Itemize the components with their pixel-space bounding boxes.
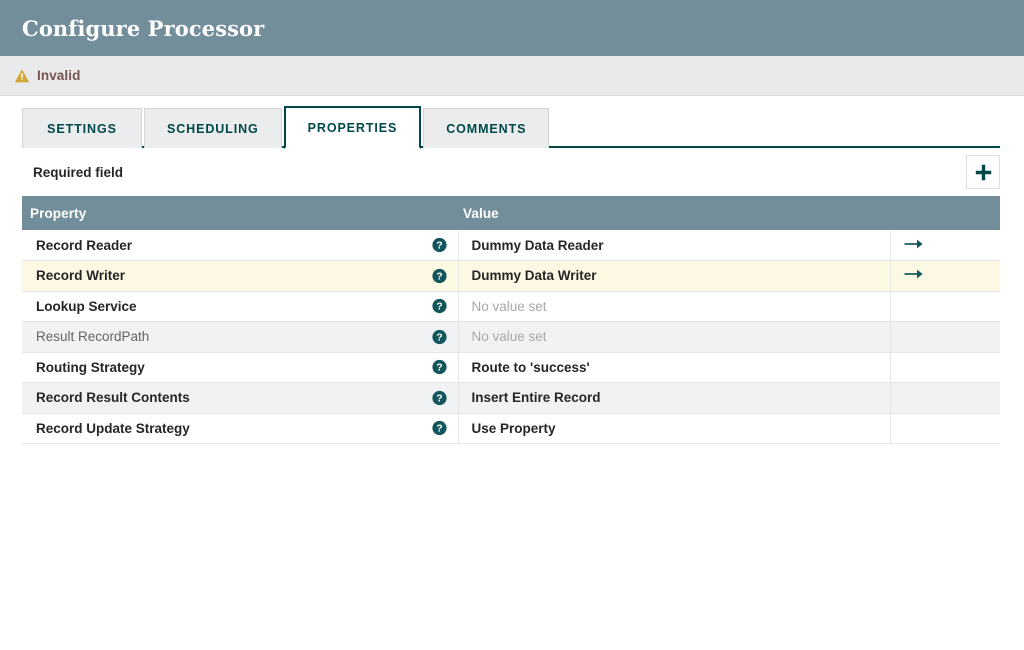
property-value-cell[interactable]: Route to 'success' [458,352,890,383]
property-value: Dummy Data Reader [472,238,604,253]
validation-status-bar: Invalid [0,56,1024,96]
property-value-cell[interactable]: Dummy Data Writer [458,261,890,292]
property-name-cell: Record Result Contents? [22,383,458,414]
table-header-row: Property Value [22,196,1000,230]
table-row[interactable]: Routing Strategy? Route to 'success' [22,352,1000,383]
svg-text:?: ? [436,331,442,343]
property-action-cell [890,383,1000,414]
svg-text:?: ? [436,392,442,404]
help-circle-icon[interactable]: ? [432,238,447,253]
tab-scheduling-label: SCHEDULING [167,122,259,136]
svg-text:?: ? [436,301,442,313]
property-table-container: Property Value Record Reader? Dummy Data … [22,196,1000,444]
svg-text:?: ? [436,423,442,435]
property-value-cell[interactable]: Insert Entire Record [458,383,890,414]
property-name: Result RecordPath [36,329,149,344]
property-value: Dummy Data Writer [472,268,597,283]
arrow-right-icon[interactable] [904,238,924,250]
property-value-placeholder: No value set [472,299,547,314]
column-header-value: Value [458,196,890,230]
table-row[interactable]: Record Reader? Dummy Data Reader [22,230,1000,261]
property-table-header: Property Value [22,196,1000,230]
tab-strip: SETTINGS SCHEDULING PROPERTIES COMMENTS [22,106,551,148]
help-circle-icon[interactable]: ? [432,360,447,375]
table-row[interactable]: Lookup Service? No value set [22,291,1000,322]
property-name: Routing Strategy [36,360,145,375]
tab-comments-label: COMMENTS [446,122,526,136]
tab-settings-label: SETTINGS [47,122,117,136]
property-value-cell[interactable]: No value set [458,291,890,322]
tab-bar: SETTINGS SCHEDULING PROPERTIES COMMENTS [0,96,1024,148]
property-name-cell: Routing Strategy? [22,352,458,383]
property-name-cell: Record Update Strategy? [22,413,458,444]
property-value-cell[interactable]: No value set [458,322,890,353]
property-name-cell: Lookup Service? [22,291,458,322]
properties-toolbar: Required field [0,148,1024,196]
tab-properties-label: PROPERTIES [308,121,398,135]
property-table: Property Value Record Reader? Dummy Data … [22,196,1000,444]
help-circle-icon[interactable]: ? [432,329,447,344]
table-row[interactable]: Record Result Contents? Insert Entire Rec… [22,383,1000,414]
property-name: Record Reader [36,238,132,253]
table-row[interactable]: Result RecordPath? No value set [22,322,1000,353]
status-badge: Invalid [37,68,80,83]
dialog-header: Configure Processor [0,0,1024,56]
table-row[interactable]: Record Writer? Dummy Data Writer [22,261,1000,292]
tab-properties[interactable]: PROPERTIES [284,106,422,149]
property-name: Lookup Service [36,299,137,314]
property-value-cell[interactable]: Use Property [458,413,890,444]
property-value: Use Property [472,421,556,436]
plus-icon [975,164,992,181]
property-name-cell: Record Reader? [22,230,458,261]
property-value-placeholder: No value set [472,329,547,344]
tab-scheduling[interactable]: SCHEDULING [144,108,282,148]
help-circle-icon[interactable]: ? [432,299,447,314]
page-title: Configure Processor [22,18,264,39]
property-value-cell[interactable]: Dummy Data Reader [458,230,890,261]
required-field-label: Required field [33,165,123,180]
column-header-property: Property [22,196,458,230]
property-name: Record Result Contents [36,390,190,405]
svg-text:?: ? [436,362,442,374]
svg-text:?: ? [436,240,442,252]
add-property-button[interactable] [966,155,1000,189]
property-action-cell [890,322,1000,353]
column-header-actions [890,196,1000,230]
property-name: Record Writer [36,268,125,283]
properties-panel: Required field Property Value [0,148,1024,444]
tab-comments[interactable]: COMMENTS [423,108,549,148]
property-action-cell [890,291,1000,322]
help-circle-icon[interactable]: ? [432,421,447,436]
help-circle-icon[interactable]: ? [432,268,447,283]
svg-text:?: ? [436,270,442,282]
property-table-body: Record Reader? Dummy Data Reader Record Wr… [22,230,1000,444]
property-name: Record Update Strategy [36,421,190,436]
table-row[interactable]: Record Update Strategy? Use Property [22,413,1000,444]
help-circle-icon[interactable]: ? [432,390,447,405]
property-name-cell: Result RecordPath? [22,322,458,353]
arrow-right-icon[interactable] [904,268,924,280]
property-value: Insert Entire Record [472,390,601,405]
property-action-cell [890,230,1000,261]
warning-triangle-icon [14,68,30,84]
property-name-cell: Record Writer? [22,261,458,292]
property-value: Route to 'success' [472,360,590,375]
property-action-cell [890,352,1000,383]
property-action-cell [890,261,1000,292]
property-action-cell [890,413,1000,444]
tab-settings[interactable]: SETTINGS [22,108,142,148]
